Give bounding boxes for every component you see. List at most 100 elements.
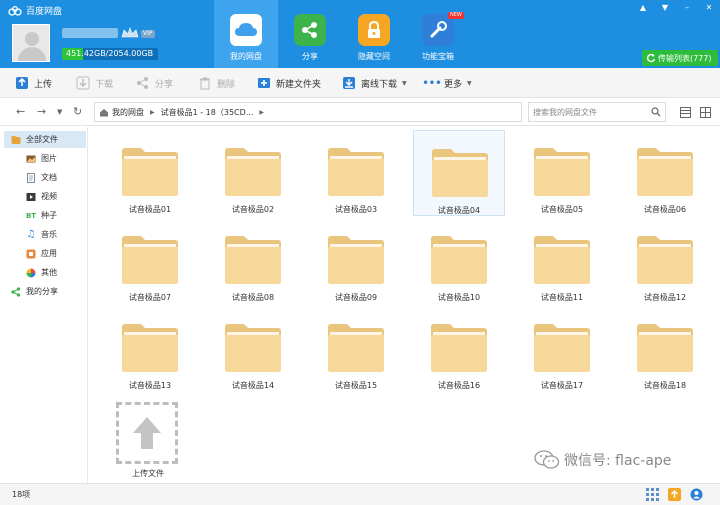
sidebar-item-label: 音乐	[41, 230, 57, 239]
all-files-icon	[11, 135, 21, 145]
folder-name: 试音极品06	[643, 205, 687, 214]
folder-item[interactable]: 试音极品17	[516, 306, 608, 392]
refresh-icon[interactable]: ↻	[73, 105, 82, 118]
sidebar-item-documents[interactable]: 文档	[4, 169, 86, 186]
username-blurred[interactable]	[62, 28, 118, 38]
delete-button[interactable]: 删除	[198, 68, 235, 98]
new-folder-button[interactable]: 新建文件夹	[257, 68, 321, 98]
folder-item[interactable]: 试音极品03	[310, 130, 402, 216]
upload-status-icon[interactable]	[668, 488, 681, 501]
folder-icon	[432, 149, 488, 197]
user-status-icon[interactable]	[690, 488, 703, 501]
file-grid: 上传文件 试音极品01 试音极品02 试音极品03 试音极品04 试音极品05 试音极品0…	[88, 127, 720, 483]
breadcrumb[interactable]: 我的网盘 ▶ 试音极品1 - 18（35CD... ▶	[94, 102, 522, 122]
vip-crown-icon	[121, 27, 139, 38]
baidu-cloud-logo-icon	[8, 5, 22, 16]
upload-file-tile[interactable]	[116, 402, 178, 464]
back-arrow-icon[interactable]: ←	[16, 105, 25, 118]
music-icon: ♫	[26, 229, 36, 240]
offline-download-label: 离线下载	[361, 79, 398, 90]
new-folder-icon	[257, 76, 271, 90]
other-icon	[26, 268, 36, 278]
share-button[interactable]: 分享	[136, 68, 173, 98]
sidebar-item-label: 应用	[41, 249, 57, 258]
wechat-watermark: 微信号: flac-ape	[534, 450, 671, 470]
app-title: 百度网盘	[8, 4, 62, 17]
breadcrumb-current[interactable]: 试音极品1 - 18（35CD...	[161, 107, 254, 118]
lock-icon	[358, 14, 390, 46]
share-icon	[294, 14, 326, 46]
folder-item[interactable]: 试音极品12	[619, 218, 711, 304]
tab-share-label: 分享	[302, 52, 318, 61]
offline-download-icon	[342, 76, 356, 90]
window-controls: ▲ ▼ – ✕	[632, 0, 720, 14]
forward-arrow-icon[interactable]: →	[37, 105, 46, 118]
folder-icon	[328, 148, 384, 196]
tab-toolbox[interactable]: NEW 功能宝箱	[406, 0, 470, 68]
more-button[interactable]: ••• 更多 ▼	[422, 68, 471, 98]
tab-hidden-space-label: 隐藏空间	[358, 52, 390, 61]
offline-download-button[interactable]: 离线下载 ▼	[342, 68, 407, 98]
menu-dropdown-icon[interactable]: ▼	[654, 0, 676, 14]
folder-name: 试音极品08	[231, 293, 275, 302]
close-icon[interactable]: ✕	[698, 0, 720, 14]
folder-item[interactable]: 试音极品07	[104, 218, 196, 304]
sidebar: 全部文件 图片 文档 视频 BT 种子 ♫ 音乐 应用 其他 我的分享	[0, 127, 88, 483]
sidebar-item-label: 文档	[41, 173, 57, 182]
folder-icon	[637, 148, 693, 196]
folder-item[interactable]: 试音极品16	[413, 306, 505, 392]
tab-share[interactable]: 分享	[278, 0, 342, 68]
tab-hidden-space[interactable]: 隐藏空间	[342, 0, 406, 68]
download-button[interactable]: 下载	[76, 68, 113, 98]
search-icon[interactable]	[651, 107, 661, 117]
transfer-list-button[interactable]: 传输列表(777)	[642, 50, 718, 66]
avatar[interactable]	[12, 24, 50, 62]
new-badge: NEW	[448, 12, 464, 19]
more-icon: •••	[422, 77, 442, 89]
breadcrumb-root[interactable]: 我的网盘	[112, 107, 144, 118]
folder-name: 试音极品11	[540, 293, 584, 302]
storage-quota-text: 451.42GB/2054.00GB	[66, 49, 154, 58]
folder-icon	[122, 324, 178, 372]
sidebar-item-videos[interactable]: 视频	[4, 188, 86, 205]
sidebar-item-my-shares[interactable]: 我的分享	[4, 283, 86, 300]
sidebar-item-music[interactable]: ♫ 音乐	[4, 226, 86, 243]
grid-view-icon[interactable]	[700, 107, 711, 118]
upload-button[interactable]: 上传	[15, 68, 52, 98]
upload-file-label: 上传文件	[132, 469, 164, 478]
sidebar-item-torrents[interactable]: BT 种子	[4, 207, 86, 224]
folder-name: 试音极品13	[128, 381, 172, 390]
folder-item[interactable]: 试音极品01	[104, 130, 196, 216]
sidebar-item-apps[interactable]: 应用	[4, 245, 86, 262]
folder-item[interactable]: 试音极品10	[413, 218, 505, 304]
sidebar-item-images[interactable]: 图片	[4, 150, 86, 167]
sidebar-item-label: 视频	[41, 192, 57, 201]
folder-name: 试音极品16	[437, 381, 481, 390]
address-bar: ← → ▼ ↻ 我的网盘 ▶ 试音极品1 - 18（35CD... ▶	[0, 98, 720, 126]
list-view-icon[interactable]	[680, 107, 691, 118]
folder-item[interactable]: 试音极品06	[619, 130, 711, 216]
history-dropdown-icon[interactable]: ▼	[57, 108, 62, 116]
tab-my-drive[interactable]: 我的网盘	[214, 0, 278, 68]
folder-item[interactable]: 试音极品02	[207, 130, 299, 216]
notification-icon[interactable]: ▲	[632, 0, 654, 14]
sidebar-item-all-files[interactable]: 全部文件	[4, 131, 86, 148]
sidebar-item-label: 其他	[41, 268, 57, 277]
minimize-icon[interactable]: –	[676, 0, 698, 14]
search-input[interactable]	[533, 107, 643, 117]
folder-item[interactable]: 试音极品18	[619, 306, 711, 392]
folder-item[interactable]: 试音极品11	[516, 218, 608, 304]
folder-item[interactable]: 试音极品09	[310, 218, 402, 304]
folder-icon	[637, 324, 693, 372]
folder-item[interactable]: 试音极品04	[413, 130, 505, 216]
folder-name: 试音极品18	[643, 381, 687, 390]
folder-item[interactable]: 试音极品05	[516, 130, 608, 216]
sidebar-item-other[interactable]: 其他	[4, 264, 86, 281]
search-box[interactable]	[528, 102, 666, 122]
folder-item[interactable]: 试音极品08	[207, 218, 299, 304]
folder-item[interactable]: 试音极品14	[207, 306, 299, 392]
grid-apps-icon[interactable]	[646, 488, 659, 501]
folder-name: 试音极品01	[128, 205, 172, 214]
folder-item[interactable]: 试音极品13	[104, 306, 196, 392]
folder-item[interactable]: 试音极品15	[310, 306, 402, 392]
